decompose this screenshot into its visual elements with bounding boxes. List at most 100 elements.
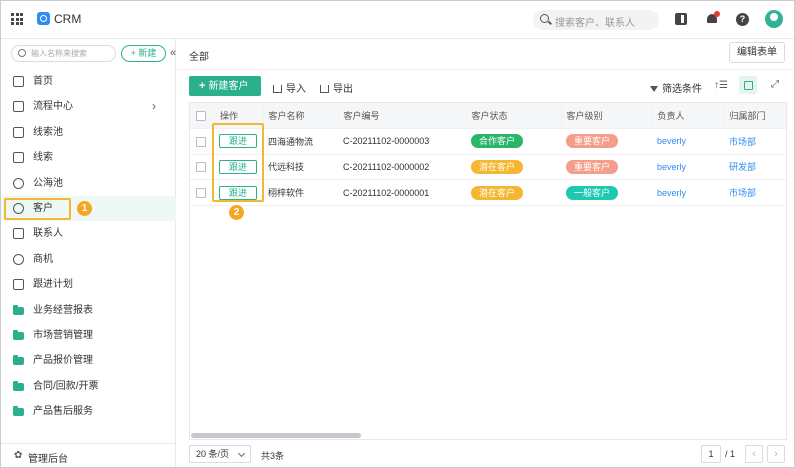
new-customer-button[interactable]: + 新建客户 bbox=[189, 76, 261, 96]
sidebar-item-product-quotes[interactable]: 产品报价管理 bbox=[1, 348, 176, 373]
select-all-checkbox[interactable] bbox=[196, 110, 206, 121]
sidebar-item-home[interactable]: 首页 bbox=[1, 69, 176, 94]
sidebar-search-input[interactable]: 输入名称来搜索 bbox=[11, 45, 116, 62]
step-badge-1: 1 bbox=[77, 200, 92, 216]
sidebar: 输入名称来搜索 + 新建 « 首页 流程中心 › 线索池 线索 公海池 客户 1… bbox=[1, 39, 176, 467]
sidebar-new-button[interactable]: + 新建 bbox=[121, 45, 166, 62]
department-link[interactable]: 研发部 bbox=[724, 154, 786, 181]
customer-table: 操作 客户名称 客户编号 客户状态 客户级别 负责人 归属部门 跟进 四海通物流 bbox=[189, 102, 787, 440]
main-content: 全部 编辑表单 + 新建客户 导入 导出 筛选条件 ↑☰ ⤢ 操作 客户名称 客… bbox=[177, 39, 794, 467]
filter-label: 筛选条件 bbox=[662, 84, 702, 95]
level-cell: 重要客户 bbox=[561, 154, 652, 181]
export-label: 导出 bbox=[333, 84, 353, 95]
fullscreen-icon[interactable]: ⤢ bbox=[771, 79, 779, 90]
folder-icon bbox=[13, 406, 24, 417]
actions-cell: 跟进 bbox=[214, 128, 263, 155]
page-size-select[interactable]: 20 条/页 bbox=[189, 445, 251, 463]
header-customer-name[interactable]: 客户名称 bbox=[263, 103, 339, 130]
sidebar-item-contacts[interactable]: 联系人 bbox=[1, 221, 176, 246]
follow-up-button[interactable]: 跟进 bbox=[219, 134, 257, 149]
customer-name-cell[interactable]: 四海通物流 bbox=[263, 128, 338, 155]
sidebar-item-label: 联系人 bbox=[33, 228, 63, 240]
sidebar-item-after-sales[interactable]: 产品售后服务 bbox=[1, 399, 176, 424]
global-search-placeholder: 搜索客户、联系人 bbox=[555, 18, 635, 29]
filter-button[interactable]: 筛选条件 bbox=[650, 80, 702, 95]
sidebar-item-public-pool[interactable]: 公海池 bbox=[1, 171, 176, 196]
sidebar-item-flow-center[interactable]: 流程中心 › bbox=[1, 94, 176, 119]
sidebar-item-label: 首页 bbox=[33, 76, 53, 87]
gear-icon: ✿ bbox=[14, 450, 23, 461]
page-size-value: 20 条/页 bbox=[196, 449, 230, 459]
sort-icon[interactable]: ↑☰ bbox=[714, 80, 728, 91]
sidebar-item-label: 市场营销管理 bbox=[33, 329, 93, 341]
department-link[interactable]: 市场部 bbox=[724, 179, 786, 206]
header-customer-status[interactable]: 客户状态 bbox=[466, 103, 562, 130]
sidebar-item-leads[interactable]: 线索 bbox=[1, 145, 176, 170]
collapse-sidebar-icon[interactable]: « bbox=[170, 48, 176, 59]
import-icon bbox=[273, 85, 282, 93]
horizontal-scrollbar[interactable] bbox=[191, 433, 361, 438]
follow-up-button[interactable]: 跟进 bbox=[219, 159, 257, 174]
customer-code-cell: C-20211102-0000003 bbox=[338, 128, 466, 155]
help-icon[interactable]: ? bbox=[736, 13, 749, 26]
lead-icon bbox=[13, 152, 24, 164]
notification-bell-icon[interactable] bbox=[706, 11, 720, 25]
table-row[interactable]: 跟进 代远科技 C-20211102-0000002 潜在客户 重要客户 bev… bbox=[190, 154, 786, 181]
sidebar-item-business-reports[interactable]: 业务经营报表 bbox=[1, 298, 176, 323]
app-window: CRM 搜索客户、联系人 ? 输入名称来搜索 + 新建 « 首页 流程中心 › bbox=[0, 0, 795, 468]
row-checkbox[interactable] bbox=[196, 187, 206, 198]
customer-name-cell[interactable]: 栩梓软件 bbox=[263, 179, 338, 206]
toolbar: + 新建客户 导入 导出 筛选条件 ↑☰ ⤢ bbox=[189, 76, 786, 96]
owner-link[interactable]: beverly bbox=[652, 179, 724, 206]
header-customer-code[interactable]: 客户编号 bbox=[338, 103, 467, 130]
sidebar-item-marketing[interactable]: 市场营销管理 bbox=[1, 323, 176, 348]
sidebar-item-lead-pool[interactable]: 线索池 bbox=[1, 120, 176, 145]
header-owner[interactable]: 负责人 bbox=[652, 103, 725, 130]
lead-pool-icon bbox=[13, 126, 24, 138]
header-department[interactable]: 归属部门 bbox=[724, 103, 786, 130]
highlight-box bbox=[4, 197, 71, 220]
row-select-cell bbox=[190, 128, 214, 155]
total-count: 共3条 bbox=[261, 451, 285, 461]
follow-up-button[interactable]: 跟进 bbox=[219, 185, 257, 200]
header-customer-level[interactable]: 客户级别 bbox=[561, 103, 653, 130]
edit-form-button[interactable]: 编辑表单 bbox=[729, 42, 785, 63]
table-row[interactable]: 跟进 四海通物流 C-20211102-0000003 合作客户 重要客户 be… bbox=[190, 128, 786, 155]
sidebar-item-customers[interactable]: 客户 1 bbox=[1, 195, 176, 222]
sidebar-search-placeholder: 输入名称来搜索 bbox=[31, 49, 87, 58]
sidebar-item-label: 流程中心 bbox=[33, 101, 73, 113]
apps-grid-icon[interactable] bbox=[11, 13, 23, 25]
page-number-input[interactable]: 1 bbox=[701, 445, 721, 463]
owner-link[interactable]: beverly bbox=[652, 154, 724, 181]
sidebar-item-follow-plan[interactable]: 跟进计划 bbox=[1, 272, 176, 297]
page-title: 全部 bbox=[189, 52, 209, 63]
status-cell: 潜在客户 bbox=[466, 154, 561, 181]
next-page-button[interactable]: › bbox=[767, 445, 785, 463]
row-checkbox[interactable] bbox=[196, 162, 206, 173]
sidebar-item-label: 线索池 bbox=[33, 126, 63, 138]
department-link[interactable]: 市场部 bbox=[724, 128, 786, 155]
search-icon bbox=[540, 14, 549, 23]
table-row[interactable]: 跟进 栩梓软件 C-20211102-0000001 潜在客户 一般客户 bev… bbox=[190, 179, 786, 206]
global-search-input[interactable]: 搜索客户、联系人 bbox=[533, 10, 659, 30]
card-view-icon[interactable] bbox=[739, 76, 757, 94]
import-button[interactable]: 导入 bbox=[273, 80, 306, 95]
customer-name-cell[interactable]: 代远科技 bbox=[263, 154, 338, 181]
row-checkbox[interactable] bbox=[196, 136, 206, 147]
owner-link[interactable]: beverly bbox=[652, 128, 724, 155]
divider bbox=[177, 69, 794, 70]
status-badge: 合作客户 bbox=[471, 134, 524, 149]
prev-page-button[interactable]: ‹ bbox=[745, 445, 763, 463]
sidebar-item-opportunities[interactable]: 商机 bbox=[1, 247, 176, 272]
admin-backend-link[interactable]: ✿ 管理后台 bbox=[1, 443, 175, 467]
panel-icon[interactable] bbox=[675, 13, 687, 25]
user-avatar-icon[interactable] bbox=[765, 10, 783, 28]
level-cell: 重要客户 bbox=[561, 128, 652, 155]
step-badge-2: 2 bbox=[229, 205, 244, 220]
new-customer-label: 新建客户 bbox=[208, 81, 249, 92]
sidebar-item-contracts[interactable]: 合同/回款/开票 bbox=[1, 374, 176, 399]
folder-icon bbox=[13, 304, 24, 315]
import-label: 导入 bbox=[286, 84, 306, 95]
export-button[interactable]: 导出 bbox=[320, 80, 353, 95]
header-actions: 操作 bbox=[214, 103, 264, 130]
